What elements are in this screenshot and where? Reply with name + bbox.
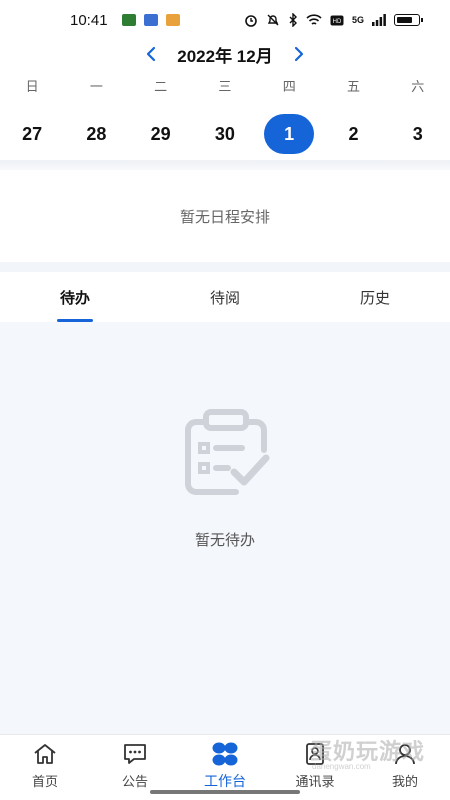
workbench-icon [212,742,238,766]
weekday-label: 六 [411,79,425,94]
nav-label: 工作台 [204,773,246,789]
date-number: 29 [150,123,171,144]
next-month-button[interactable] [289,44,309,64]
date-cell[interactable]: 29 [129,113,193,155]
tab-label: 待阅 [209,289,240,307]
home-indicator[interactable] [150,790,300,794]
weekday-row: 日 一 二 三 四 五 六 [0,76,450,95]
weekday-label: 一 [89,79,103,94]
signal-icon [372,14,386,26]
date-cell[interactable]: 30 [193,113,257,155]
bluetooth-icon [289,13,297,27]
divider [0,262,450,272]
month-title: 2022年 12月 [177,46,273,66]
date-number: 27 [22,123,43,144]
date-number: 3 [412,123,423,144]
system-icons: HD 5G [244,13,423,27]
network-type: 5G [351,15,364,25]
date-number: 28 [86,123,107,144]
wifi-icon [306,13,322,25]
chat-icon [124,744,146,764]
prev-month-button[interactable] [141,44,161,64]
alarm-icon [245,15,257,27]
chevron-right-icon [294,46,303,62]
mute-icon [267,14,279,26]
weekday-label: 日 [25,79,39,94]
profile-icon [395,744,415,765]
weekday-label: 四 [282,79,296,94]
clipboard-check-icon [185,409,270,495]
todo-list-area: 暂无待办 [0,322,450,734]
nav-label: 公告 [121,774,148,789]
app-notification-icon [165,14,180,26]
app-notification-icon [121,14,136,26]
schedule-empty-text: 暂无日程安排 [179,208,270,226]
hd-icon: HD [330,15,344,25]
todo-tabs: 待办 待阅 历史 [0,272,450,322]
date-cell[interactable]: 2 [321,113,385,155]
date-number: 30 [214,123,235,144]
date-number: 1 [264,114,315,154]
notification-icons [121,14,180,26]
nav-home[interactable]: 首页 [0,735,90,800]
status-time: 10:41 [70,11,108,29]
weekday-label: 五 [346,79,360,94]
chevron-left-icon [147,46,156,62]
date-cell[interactable]: 27 [0,113,64,155]
schedule-empty-state: 暂无日程安排 [0,170,450,262]
tab-to-read[interactable]: 待阅 [150,272,300,322]
nav-profile[interactable]: 我的 [360,735,450,800]
svg-text:HD: HD [333,19,342,25]
tab-history[interactable]: 历史 [300,272,450,322]
date-number: 2 [348,123,359,144]
date-cell-selected[interactable]: 1 [257,113,321,155]
tab-label: 待办 [59,289,90,307]
divider [0,160,450,170]
nav-label: 我的 [391,774,418,789]
app-notification-icon [143,14,158,26]
contacts-icon [306,743,324,765]
tab-label: 历史 [359,289,390,307]
weekday-label: 二 [154,79,168,94]
date-cell[interactable]: 3 [386,113,450,155]
nav-label: 首页 [31,774,58,789]
weekday-label: 三 [218,79,232,94]
nav-label: 通讯录 [295,774,335,789]
battery-icon [394,14,423,26]
date-row: 27 28 29 30 1 2 3 [0,113,450,155]
todo-empty-text: 暂无待办 [194,532,255,549]
status-bar: 10:41 HD 5G [0,0,450,40]
date-cell[interactable]: 28 [64,113,128,155]
month-header: 2022年 12月 [0,40,450,68]
home-icon [34,744,56,764]
tab-todo[interactable]: 待办 [0,272,150,322]
